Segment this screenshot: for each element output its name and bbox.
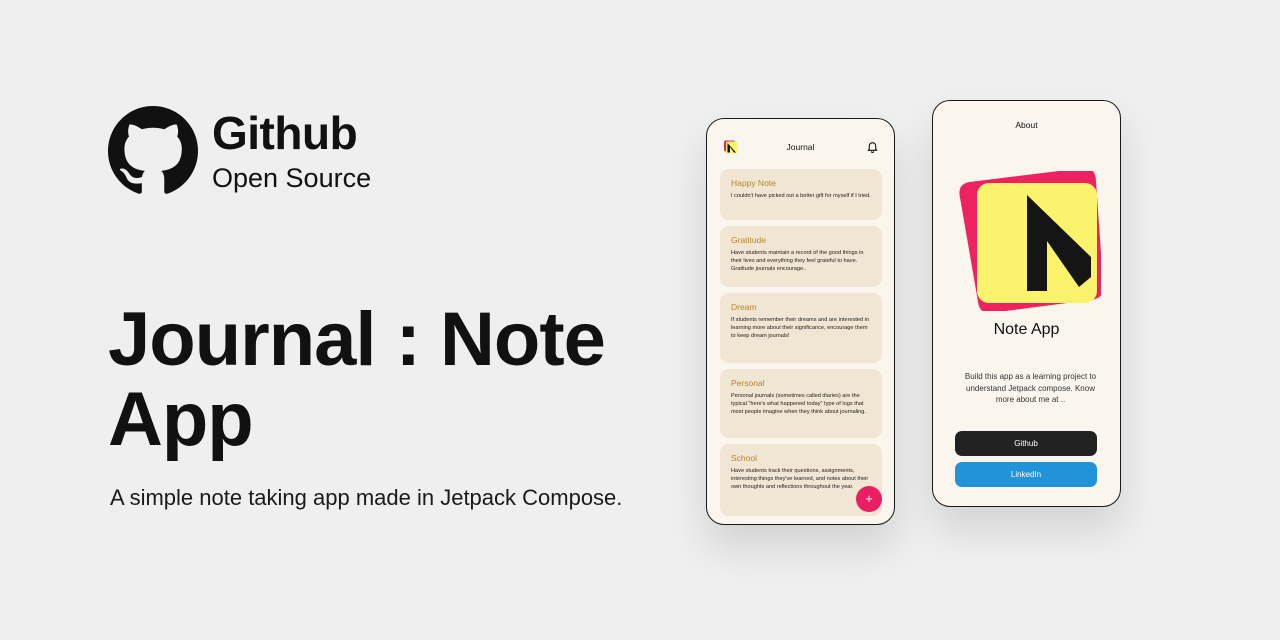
- note-body: If students remember their dreams and ar…: [731, 317, 870, 339]
- bell-icon[interactable]: [866, 140, 879, 153]
- brand-title: Github: [212, 107, 358, 159]
- note-body: Have students track their questions, ass…: [731, 468, 869, 490]
- journal-top-bar: Journal: [707, 119, 894, 167]
- note-title: Dream: [731, 302, 757, 312]
- add-note-button[interactable]: +: [856, 486, 882, 512]
- hero-title-line-2: App: [108, 377, 254, 462]
- brand-subtitle: Open Source: [212, 163, 372, 193]
- note-title: Personal: [731, 378, 765, 388]
- about-title: About: [1015, 120, 1038, 130]
- note-body: Have students maintain a record of the g…: [731, 250, 864, 272]
- note-title: School: [731, 453, 757, 463]
- hero-title-line-1: Journal : Note: [108, 297, 606, 382]
- linkedin-button[interactable]: LinkedIn: [955, 462, 1097, 487]
- journal-phone-mockup: Journal Happy Note I couldn't have picke…: [706, 118, 895, 525]
- note-card[interactable]: Gratitude Have students maintain a recor…: [720, 226, 882, 287]
- note-body: I couldn't have picked out a better gift…: [731, 193, 871, 199]
- app-logo-icon: [959, 171, 1101, 311]
- note-card[interactable]: Dream If students remember their dreams …: [720, 293, 882, 363]
- about-app-name: Note App: [993, 321, 1060, 338]
- hero-title: Journal : Note App: [108, 300, 668, 460]
- plus-icon: +: [865, 491, 873, 506]
- github-icon: [108, 106, 198, 194]
- hero-description: A simple note taking app made in Jetpack…: [110, 485, 623, 510]
- github-button[interactable]: Github: [955, 431, 1097, 456]
- about-description: Build this app as a learning project to …: [964, 372, 1097, 404]
- note-title: Gratitude: [731, 235, 766, 245]
- note-card[interactable]: Personal Personal journals (sometimes ca…: [720, 369, 882, 438]
- note-body: Personal journals (sometimes called diar…: [731, 393, 866, 415]
- note-list: Happy Note I couldn't have picked out a …: [720, 169, 882, 522]
- about-phone-mockup: About Note App Build this app as a learn…: [932, 100, 1121, 507]
- brand-header: Github Open Source: [108, 106, 371, 196]
- note-card[interactable]: Happy Note I couldn't have picked out a …: [720, 169, 882, 220]
- note-title: Happy Note: [731, 178, 776, 188]
